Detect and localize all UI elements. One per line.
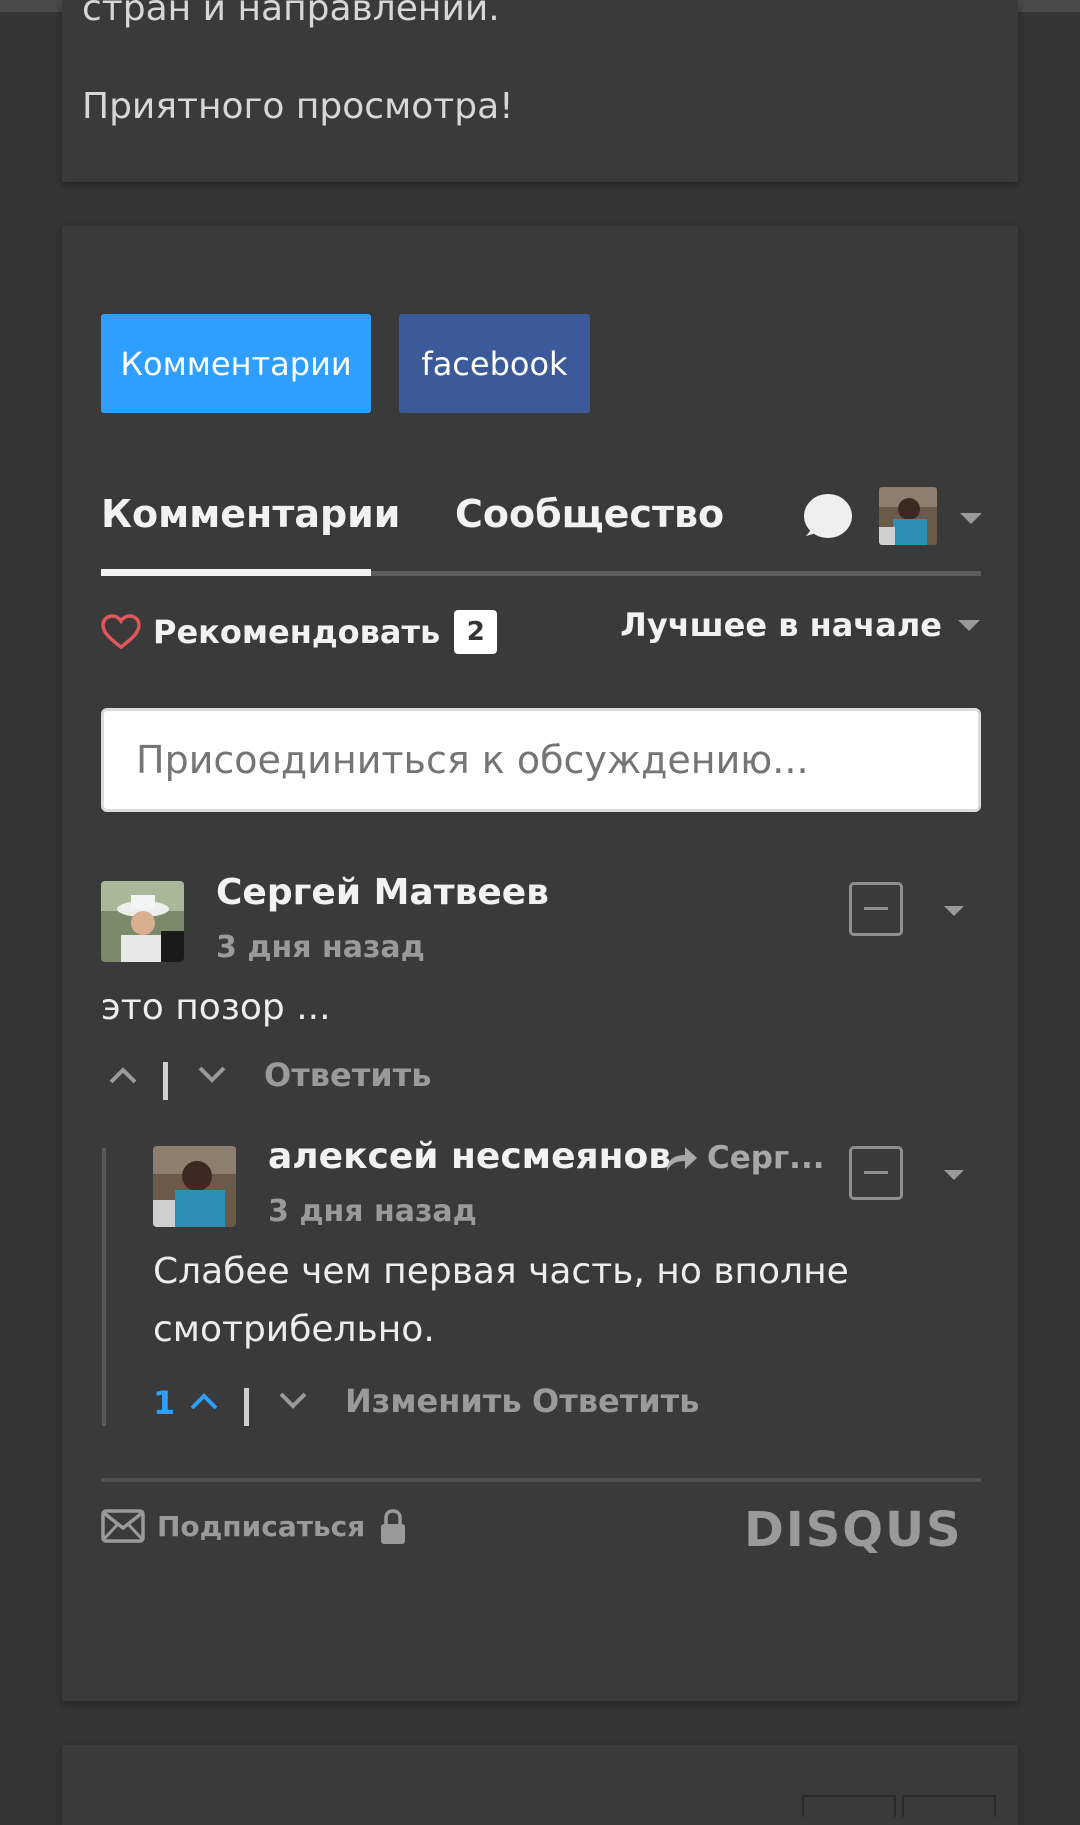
- chat-bubble-icon[interactable]: [800, 492, 854, 544]
- reply-to-link[interactable]: Серг...: [663, 1140, 825, 1176]
- minimize-icon[interactable]: [849, 882, 903, 936]
- sort-label: Лучшее в начале: [620, 606, 942, 644]
- reply-arrow-icon: [667, 1147, 697, 1171]
- comment-menu-chevron-down-icon[interactable]: [944, 1170, 964, 1180]
- comments-toggle-button[interactable]: Комментарии: [101, 314, 371, 413]
- reply-button[interactable]: Ответить: [264, 1056, 431, 1094]
- comment-author[interactable]: Сергей Матвеев: [216, 872, 549, 913]
- facebook-toggle-button[interactable]: facebook: [399, 314, 590, 413]
- chevron-down-icon: [958, 619, 980, 631]
- recommend-button[interactable]: Рекомендовать 2: [101, 608, 498, 656]
- downvote-icon[interactable]: [277, 1390, 309, 1412]
- downvote-icon[interactable]: [196, 1064, 228, 1086]
- recommend-count-badge: 2: [454, 610, 498, 654]
- tab-comments[interactable]: Комментарии: [101, 492, 400, 536]
- comment-text: это позор ...: [101, 987, 331, 1028]
- active-tab-indicator: [101, 569, 371, 576]
- footer-divider: [101, 1478, 981, 1482]
- comments-card: Комментарии facebook Комментарии Сообщес…: [62, 226, 1018, 1701]
- current-user-avatar[interactable]: [879, 487, 937, 545]
- comment-menu-chevron-down-icon[interactable]: [944, 906, 964, 916]
- next-card: [62, 1745, 1018, 1825]
- comment-text: Слабее чем первая часть, но вполне смотр…: [153, 1251, 849, 1350]
- vote-separator: [244, 1388, 249, 1426]
- user-menu-chevron-down-icon[interactable]: [960, 513, 982, 524]
- minimize-icon[interactable]: [849, 1146, 903, 1200]
- recommend-label: Рекомендовать: [153, 613, 441, 651]
- join-discussion-input[interactable]: [101, 708, 981, 812]
- reply-to-name: Серг...: [707, 1140, 825, 1176]
- description-text: стран и направлений.: [82, 0, 500, 29]
- subscribe-label: Подписаться: [157, 1509, 366, 1543]
- vote-count: 1: [153, 1384, 176, 1422]
- comment-timestamp[interactable]: 3 дня назад: [216, 930, 425, 965]
- article-description-card: стран и направлений. Приятного просмотра…: [62, 0, 1018, 182]
- edit-button[interactable]: Изменить: [345, 1382, 522, 1420]
- sort-dropdown[interactable]: Лучшее в начале: [620, 606, 980, 644]
- disqus-logo[interactable]: DISQUS: [744, 1502, 963, 1558]
- thread-indent-line: [102, 1148, 106, 1426]
- subscribe-button[interactable]: Подписаться: [101, 1509, 365, 1543]
- mail-icon: [101, 1509, 145, 1543]
- description-closing-text: Приятного просмотра!: [82, 86, 514, 127]
- upvote-icon[interactable]: [188, 1390, 220, 1412]
- card-box: [902, 1795, 996, 1817]
- avatar[interactable]: [153, 1146, 236, 1227]
- reply-button[interactable]: Ответить: [532, 1382, 699, 1420]
- heart-icon: [101, 614, 141, 650]
- vote-separator: [163, 1062, 168, 1100]
- comment-timestamp[interactable]: 3 дня назад: [268, 1194, 477, 1229]
- lock-icon[interactable]: [378, 1508, 408, 1546]
- tab-community[interactable]: Сообщество: [455, 492, 724, 536]
- comment-author[interactable]: алексей несмеянов: [268, 1136, 671, 1177]
- card-box: [802, 1795, 896, 1817]
- avatar[interactable]: [101, 881, 184, 962]
- upvote-icon[interactable]: [107, 1064, 139, 1086]
